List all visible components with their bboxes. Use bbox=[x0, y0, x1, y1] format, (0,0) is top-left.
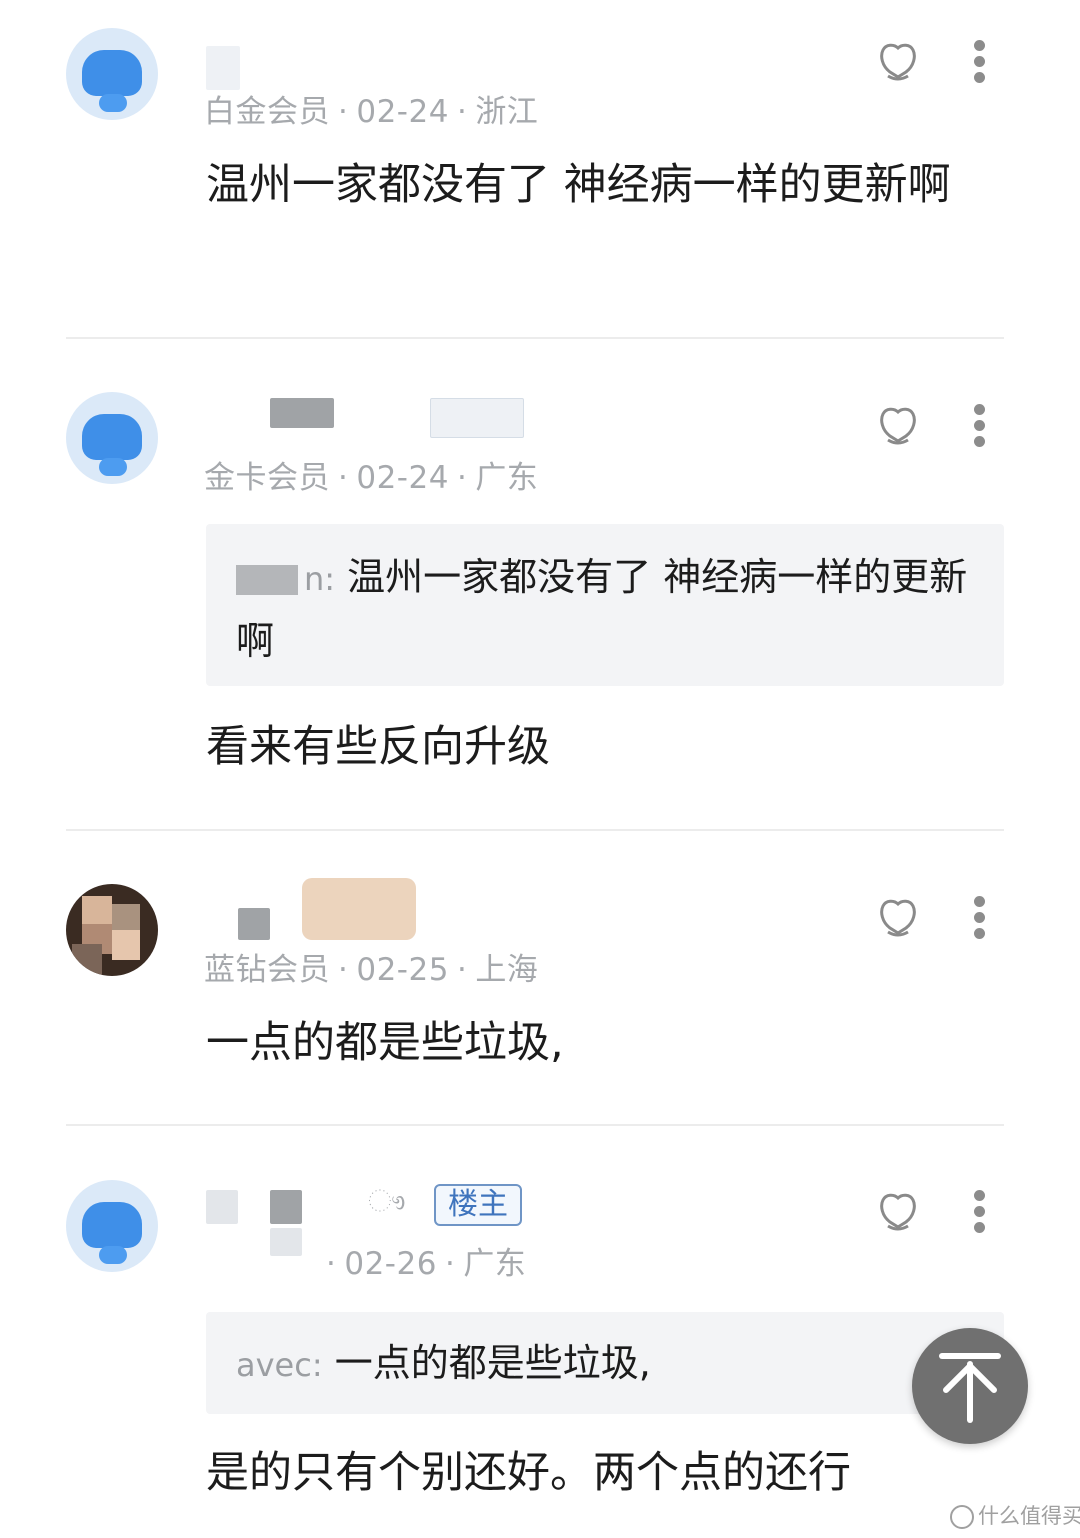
member-level: 白金会员 bbox=[204, 94, 330, 130]
username-suffix: ෟ bbox=[368, 1184, 406, 1219]
quote-username: n: bbox=[304, 560, 336, 598]
more-icon[interactable] bbox=[970, 38, 990, 86]
username-blurred bbox=[302, 878, 416, 940]
quote-text: 一点的都是些垃圾, bbox=[334, 1341, 651, 1385]
like-icon[interactable] bbox=[876, 1190, 920, 1234]
comment-text: 温州一家都没有了 神经病一样的更新啊 bbox=[206, 160, 951, 210]
username-blurred[interactable] bbox=[270, 398, 334, 428]
comment-date: 02-24 bbox=[356, 94, 449, 130]
comment-date: 02-26 bbox=[344, 1246, 437, 1282]
quote-text: 温州一家都没有了 神经病一样的更新啊 bbox=[236, 555, 968, 663]
like-icon[interactable] bbox=[876, 404, 920, 448]
username-blurred bbox=[430, 398, 524, 438]
quoted-reply[interactable]: n: 温州一家都没有了 神经病一样的更新啊 bbox=[206, 524, 1004, 686]
username-blurred bbox=[270, 1190, 302, 1224]
watermark-text: 什么值得买 bbox=[978, 1504, 1080, 1528]
back-to-top-button[interactable] bbox=[912, 1328, 1028, 1444]
avatar[interactable] bbox=[66, 392, 158, 484]
comment-region: 广东 bbox=[475, 460, 539, 496]
more-icon[interactable] bbox=[970, 402, 990, 450]
comment-meta: 白金会员 · 02-24 · 浙江 bbox=[204, 94, 539, 130]
username-blurred[interactable] bbox=[206, 46, 240, 90]
comment-meta: 金卡会员 · 02-24 · 广东 bbox=[204, 460, 539, 496]
comment-date: 02-24 bbox=[356, 460, 449, 496]
avatar[interactable] bbox=[66, 28, 158, 120]
username-blurred[interactable] bbox=[206, 1190, 238, 1224]
more-icon[interactable] bbox=[970, 1188, 990, 1236]
comment-text: 是的只有个别还好。两个点的还行 bbox=[206, 1448, 851, 1498]
member-level: 蓝钻会员 bbox=[204, 952, 330, 988]
comment-region: 广东 bbox=[463, 1246, 527, 1282]
username-blurred[interactable] bbox=[238, 908, 270, 940]
divider bbox=[66, 1124, 1004, 1126]
comment-text: 一点的都是些垃圾, bbox=[206, 1018, 564, 1068]
comment-date: 02-25 bbox=[356, 952, 449, 988]
member-level: 金卡会员 bbox=[204, 460, 330, 496]
watermark-logo-icon bbox=[950, 1505, 974, 1529]
comment-region: 上海 bbox=[475, 952, 539, 988]
watermark: 什么值得买 bbox=[950, 1500, 1080, 1530]
like-icon[interactable] bbox=[876, 896, 920, 940]
comment-meta: 蓝钻会员 · 02-25 · 上海 bbox=[204, 952, 539, 988]
more-icon[interactable] bbox=[970, 894, 990, 942]
quoted-reply[interactable]: avec: 一点的都是些垃圾, bbox=[206, 1312, 1004, 1414]
quote-username-blurred bbox=[236, 564, 298, 595]
divider bbox=[66, 337, 1004, 339]
arrow-up-icon bbox=[939, 1353, 1001, 1423]
comment-meta: · 02-26 · 广东 bbox=[326, 1246, 527, 1282]
comment-region: 浙江 bbox=[475, 94, 539, 130]
quote-username: avec: bbox=[236, 1346, 323, 1384]
username-blurred bbox=[270, 1228, 302, 1256]
author-badge: 楼主 bbox=[434, 1184, 522, 1226]
avatar[interactable] bbox=[66, 884, 158, 976]
like-icon[interactable] bbox=[876, 40, 920, 84]
avatar[interactable] bbox=[66, 1180, 158, 1272]
divider bbox=[66, 829, 1004, 831]
comment-text: 看来有些反向升级 bbox=[206, 722, 550, 772]
